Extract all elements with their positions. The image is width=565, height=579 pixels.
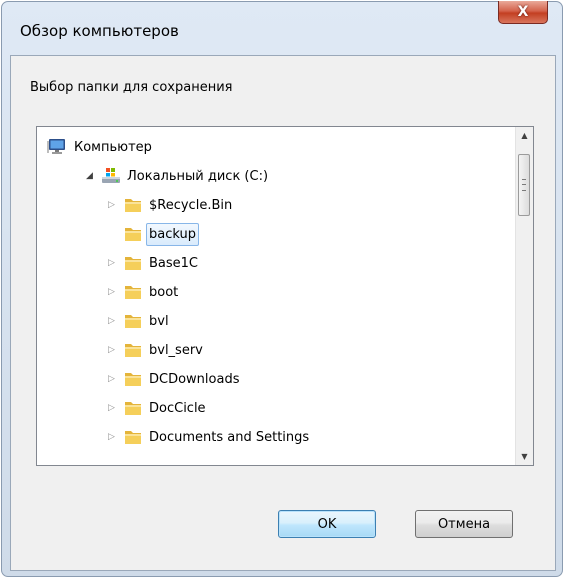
folder-icon xyxy=(123,253,143,273)
tree-item[interactable]: ◢ Локальный диск (C:) xyxy=(37,162,515,191)
title-bar[interactable]: Обзор компьютеров X xyxy=(2,1,562,56)
folder-icon xyxy=(123,427,143,447)
expand-arrow-icon[interactable]: ▷ xyxy=(107,374,116,385)
folder-tree[interactable]: Компьютер ◢ Локальный диск (C:) ▷ $Recycle.B… xyxy=(36,126,534,466)
tree-item-label: Локальный диск (C:) xyxy=(127,169,269,184)
tree-rows: Компьютер ◢ Локальный диск (C:) ▷ $Recycle.B… xyxy=(37,133,515,452)
expand-arrow-icon[interactable]: ▷ xyxy=(107,258,116,269)
dialog-title: Обзор компьютеров xyxy=(20,22,179,40)
ok-button[interactable]: OK xyxy=(278,510,376,538)
scroll-up-arrow-icon[interactable]: ▲ xyxy=(516,127,533,144)
expand-arrow-icon[interactable]: ▷ xyxy=(107,403,116,414)
tree-item-label: DocCicle xyxy=(149,401,206,416)
expand-arrow-icon[interactable]: ▷ xyxy=(107,200,116,211)
tree-item[interactable]: backup xyxy=(37,220,515,249)
tree-item[interactable]: ▷ Base1C xyxy=(37,249,515,278)
tree-item[interactable]: ▷ bvl_serv xyxy=(37,336,515,365)
tree-item-label: $Recycle.Bin xyxy=(149,198,233,213)
folder-icon xyxy=(123,282,143,302)
vertical-scrollbar[interactable]: ▲ ▼ xyxy=(515,127,533,465)
tree-item-label: bvl_serv xyxy=(149,343,203,358)
tree-item[interactable]: ▷ DCDownloads xyxy=(37,365,515,394)
close-button[interactable]: X xyxy=(498,1,548,24)
expand-arrow-icon[interactable]: ▷ xyxy=(107,432,116,443)
tree-item[interactable]: ▷ $Recycle.Bin xyxy=(37,191,515,220)
expand-arrow-icon[interactable]: ▷ xyxy=(107,316,116,327)
folder-icon xyxy=(123,224,143,244)
dialog-prompt: Выбор папки для сохранения xyxy=(30,80,233,95)
tree-item-label: boot xyxy=(149,285,179,300)
folder-icon xyxy=(123,340,143,360)
scroll-thumb[interactable] xyxy=(518,154,530,216)
scroll-grip-icon xyxy=(522,179,526,191)
tree-item-label: backup xyxy=(146,223,199,246)
computer-icon xyxy=(47,137,67,157)
close-icon: X xyxy=(517,4,529,20)
tree-item[interactable]: ▷ DocCicle xyxy=(37,394,515,423)
tree-item[interactable]: ▷ Documents and Settings xyxy=(37,423,515,452)
tree-item[interactable]: Компьютер xyxy=(37,133,515,162)
expand-arrow-icon[interactable]: ▷ xyxy=(107,345,116,356)
tree-item[interactable]: ▷ bvl xyxy=(37,307,515,336)
tree-item-label: Documents and Settings xyxy=(149,430,310,445)
folder-icon xyxy=(123,369,143,389)
folder-icon xyxy=(123,398,143,418)
tree-item-label: bvl xyxy=(149,314,169,329)
tree-item-label: Компьютер xyxy=(74,140,152,155)
tree-item-label: Base1C xyxy=(149,256,199,271)
cancel-button[interactable]: Отмена xyxy=(415,510,513,538)
local-disk-icon xyxy=(101,166,121,186)
collapse-arrow-icon[interactable]: ◢ xyxy=(85,171,94,182)
folder-icon xyxy=(123,195,143,215)
folder-icon xyxy=(123,311,143,331)
expand-arrow-icon[interactable]: ▷ xyxy=(107,287,116,298)
scroll-down-arrow-icon[interactable]: ▼ xyxy=(516,448,533,465)
tree-item[interactable]: ▷ boot xyxy=(37,278,515,307)
tree-item-label: DCDownloads xyxy=(149,372,240,387)
